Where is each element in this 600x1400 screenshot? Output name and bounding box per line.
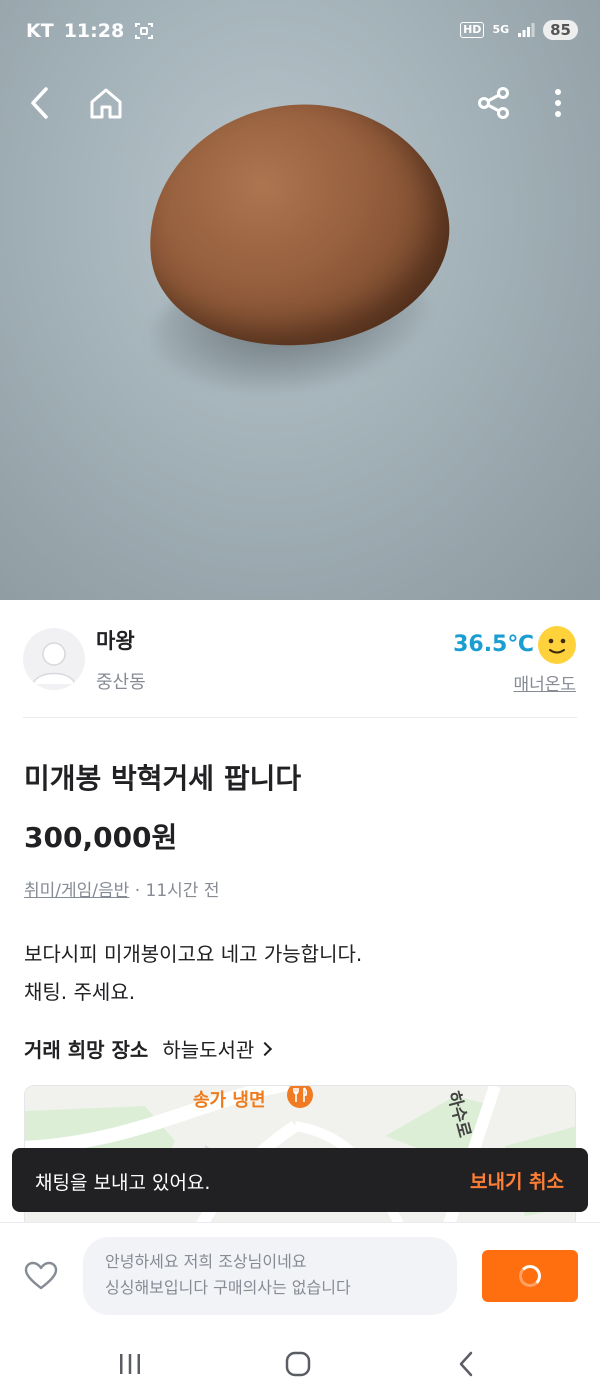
back-icon	[31, 87, 48, 119]
seller-section[interactable]	[0, 600, 600, 718]
status-bar: KT 11:28 HD 5G 85	[0, 0, 600, 66]
manner-temperature: 36.5℃	[453, 632, 534, 657]
category-link[interactable]: 취미/게임/음반	[24, 881, 129, 901]
product-title: 미개봉 박혁거세 팝니다	[24, 762, 302, 795]
signal-icon	[517, 22, 535, 38]
status-left: KT 11:28	[26, 20, 154, 42]
chat-message-input[interactable]: 안녕하세요 저희 조상님이네요 싱싱해보입니다 구매의사는 없습니다	[83, 1237, 457, 1315]
hd-badge: HD	[460, 22, 485, 38]
clock: 11:28	[63, 20, 125, 42]
status-right: HD 5G 85	[460, 20, 578, 40]
avatar[interactable]	[23, 628, 85, 690]
trade-place-row[interactable]: 거래 희망 장소 하늘도서관	[24, 1034, 273, 1063]
product-price: 300,000원	[24, 821, 178, 854]
trade-place-value[interactable]: 하늘도서관	[162, 1034, 273, 1063]
heart-icon	[24, 1261, 58, 1290]
posted-time: 11시간 전	[145, 881, 220, 901]
home-button[interactable]	[86, 83, 126, 123]
seller-area: 중산동	[96, 672, 146, 693]
description-line: 채팅. 주세요.	[24, 980, 136, 1004]
meta-separator: ·	[129, 881, 146, 901]
trade-place-name: 하늘도서관	[162, 1038, 255, 1062]
share-icon	[478, 87, 509, 119]
share-button[interactable]	[474, 83, 514, 123]
restaurant-pin-icon	[287, 1086, 313, 1108]
map-poi-label: 송가 냉면	[193, 1090, 266, 1111]
battery-indicator: 85	[543, 20, 578, 40]
system-navigation-bar	[0, 1322, 600, 1400]
cancel-send-button[interactable]: 보내기 취소	[470, 1167, 564, 1194]
more-vertical-icon	[555, 89, 561, 117]
home-nav-button[interactable]	[278, 1349, 318, 1379]
manner-temperature-label[interactable]: 매너온도	[513, 670, 576, 695]
system-back-button[interactable]	[446, 1349, 486, 1379]
smiley-face-icon	[537, 625, 577, 665]
description-line: 보다시피 미개봉이고요 네고 가능합니다.	[24, 942, 363, 966]
back-button[interactable]	[20, 83, 60, 123]
home-circle-icon	[285, 1351, 311, 1377]
like-button[interactable]	[24, 1261, 58, 1291]
more-button[interactable]	[538, 83, 578, 123]
seller-name[interactable]: 마왕	[96, 625, 135, 655]
chat-line: 안녕하세요 저희 조상님이네요	[105, 1252, 307, 1271]
home-icon	[90, 88, 122, 119]
bottom-bar: 안녕하세요 저희 조상님이네요 싱싱해보입니다 구매의사는 없습니다	[0, 1222, 600, 1322]
screenshot-icon	[134, 22, 154, 40]
product-meta: 취미/게임/음반 · 11시간 전	[24, 876, 219, 901]
carrier-label: KT	[26, 20, 54, 42]
toast-message: 채팅을 보내고 있어요.	[35, 1172, 211, 1194]
chevron-right-icon	[258, 1041, 273, 1056]
loading-spinner-icon	[519, 1265, 541, 1287]
sending-toast: 채팅을 보내고 있어요. 보내기 취소	[12, 1148, 588, 1212]
recent-apps-button[interactable]	[110, 1349, 150, 1379]
recent-apps-icon	[120, 1354, 140, 1374]
product-description: 보다시피 미개봉이고요 네고 가능합니다. 채팅. 주세요.	[24, 935, 362, 1011]
divider	[23, 717, 577, 718]
default-profile-icon	[32, 642, 76, 685]
trade-place-label: 거래 희망 장소	[24, 1038, 149, 1062]
chat-line: 싱싱해보입니다 구매의사는 없습니다	[105, 1278, 351, 1297]
send-button[interactable]	[482, 1250, 578, 1302]
network-badge: 5G	[492, 23, 510, 36]
system-back-icon	[459, 1351, 473, 1377]
